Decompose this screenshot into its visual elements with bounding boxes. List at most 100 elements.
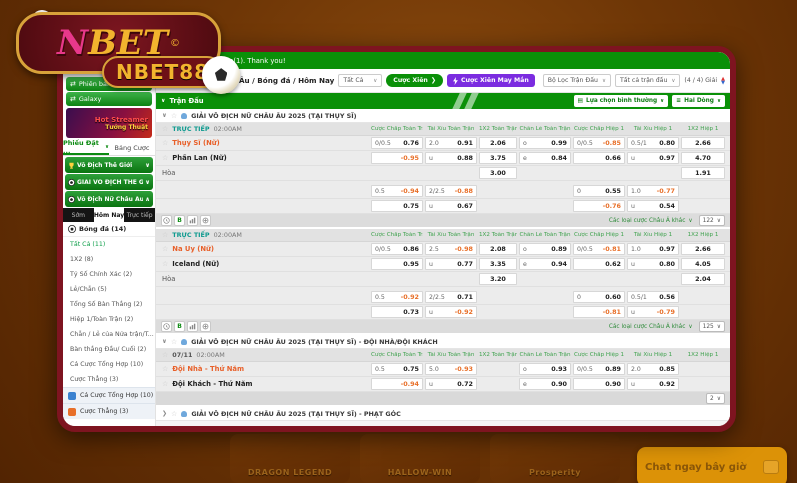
odds-cell[interactable]: o0.89 — [519, 243, 571, 255]
star-icon[interactable]: ☆ — [171, 410, 177, 418]
nbet88-logo[interactable]: NBET© NBET88 — [6, 4, 248, 106]
normal-selection-button[interactable]: ▤ Lựa chọn bình thường ∨ — [574, 95, 669, 107]
odds-cell[interactable]: 0.5/10.80 — [627, 137, 679, 149]
odds-cell[interactable]: u0.72 — [425, 378, 477, 390]
sidebar-league-2[interactable]: Vô Địch Nữ Châu Âu∧ — [65, 191, 153, 207]
odds-cell[interactable]: e0.84 — [519, 152, 571, 164]
odds-cell[interactable]: e0.94 — [519, 258, 571, 270]
odds-cell[interactable]: u-0.92 — [425, 306, 477, 318]
odds-cell[interactable]: u0.77 — [425, 258, 477, 270]
odds-cell[interactable]: 2.00.85 — [627, 363, 679, 375]
odds-cell[interactable]: 0.75 — [371, 200, 423, 212]
league-section-header[interactable]: ❯☆GIẢI VÔ ĐỊCH NỮ CHÂU ÂU 2025 (TẠI THỤY… — [156, 407, 730, 421]
odds-cell[interactable]: 1.91 — [681, 167, 725, 179]
pin-icon[interactable] — [200, 215, 211, 226]
clock-icon[interactable] — [161, 321, 172, 332]
odds-cell[interactable]: 0.62 — [573, 258, 625, 270]
odds-cell[interactable]: 0.66 — [573, 152, 625, 164]
bet-builder-icon[interactable]: B — [174, 215, 185, 226]
star-icon[interactable]: ☆ — [162, 260, 168, 268]
odds-cell[interactable]: e0.90 — [519, 378, 571, 390]
clock-icon[interactable] — [161, 215, 172, 226]
tab-bet-slip[interactable]: Phiếu Đặt ... ∨ — [63, 140, 109, 155]
market-item-7[interactable]: Bàn thắng Đầu/ Cuối (2) — [63, 342, 155, 357]
odds-cell[interactable]: -0.76 — [573, 200, 625, 212]
odds-cell[interactable]: 2/2.5-0.88 — [425, 185, 477, 197]
pin-icon[interactable] — [200, 321, 211, 332]
odds-cell[interactable]: 00.60 — [573, 291, 625, 303]
odds-cell[interactable]: 2.00.91 — [425, 137, 477, 149]
odds-cell[interactable]: u-0.79 — [627, 306, 679, 318]
odds-cell[interactable]: o0.99 — [519, 137, 571, 149]
time-tab-2[interactable]: Trực tiếp — [124, 208, 155, 222]
odds-cell[interactable]: 2.06 — [479, 137, 517, 149]
combo-item-0[interactable]: Cá Cược Tổng Hợp (10) — [63, 387, 155, 403]
time-tab-1[interactable]: Hôm Nay — [94, 208, 125, 222]
odds-cell[interactable]: 3.00 — [479, 167, 517, 179]
market-item-9[interactable]: Cược Thẳng (3) — [63, 372, 155, 387]
market-count-select[interactable]: 125∨ — [699, 321, 725, 332]
tab-bet-board[interactable]: Bảng Cược — [109, 140, 155, 155]
market-item-0[interactable]: Tất Cả (11) — [63, 237, 155, 252]
lucky-parlay-button[interactable]: Cược Xiên May Mắn — [447, 74, 535, 87]
parlay-button[interactable]: Cược Xiên ❯ — [386, 74, 443, 87]
sidebar-league-0[interactable]: Vô Địch Thế Giới∨ — [65, 157, 153, 173]
odds-cell[interactable]: 1.0-0.77 — [627, 185, 679, 197]
star-icon[interactable]: ☆ — [171, 338, 177, 346]
odds-cell[interactable]: u0.88 — [425, 152, 477, 164]
odds-cell[interactable]: u0.80 — [627, 258, 679, 270]
odds-cell[interactable]: 4.70 — [681, 152, 725, 164]
combo-item-1[interactable]: Cược Thẳng (3) — [63, 403, 155, 419]
match-filter-select[interactable]: Bộ Lọc Trận Đấu ∨ — [543, 74, 611, 87]
chat-widget[interactable]: Chat ngay bây giờ — [637, 447, 787, 483]
star-icon[interactable]: ☆ — [162, 380, 168, 388]
market-item-6[interactable]: Chẵn / Lẻ của Nửa trận/T... (2) — [63, 327, 155, 342]
star-icon[interactable]: ☆ — [171, 112, 177, 120]
odds-cell[interactable]: 0.90 — [573, 378, 625, 390]
odds-cell[interactable]: 2.66 — [681, 137, 725, 149]
odds-cell[interactable]: 0/0.5-0.81 — [573, 243, 625, 255]
sport-football-row[interactable]: Bóng đá (14) — [63, 222, 155, 237]
star-icon[interactable]: ☆ — [162, 154, 168, 162]
odds-cell[interactable]: 1.00.97 — [627, 243, 679, 255]
two-line-button[interactable]: ≡ Hai Dòng ∨ — [672, 95, 725, 107]
market-item-5[interactable]: Hiệp 1/Toàn Trận (2) — [63, 312, 155, 327]
odds-cell[interactable]: 4.05 — [681, 258, 725, 270]
star-icon[interactable]: ☆ — [162, 125, 168, 133]
asian-bets-select[interactable]: Các loại cược Châu Á khác∨ — [609, 324, 693, 330]
star-icon[interactable]: ☆ — [162, 245, 168, 253]
odds-cell[interactable]: 0.95 — [371, 258, 423, 270]
odds-cell[interactable]: 5.0-0.93 — [425, 363, 477, 375]
market-item-1[interactable]: 1X2 (8) — [63, 252, 155, 267]
market-item-2[interactable]: Tỷ Số Chính Xác (2) — [63, 267, 155, 282]
odds-cell[interactable]: 2.5-0.98 — [425, 243, 477, 255]
odds-cell[interactable]: o0.93 — [519, 363, 571, 375]
market-item-3[interactable]: Lẻ/Chẵn (5) — [63, 282, 155, 297]
odds-cell[interactable]: u0.67 — [425, 200, 477, 212]
line-count-select[interactable]: 2∨ — [706, 393, 725, 404]
odds-cell[interactable]: 0/0.50.89 — [573, 363, 625, 375]
odds-cell[interactable]: u0.97 — [627, 152, 679, 164]
odds-cell[interactable]: 0.5-0.92 — [371, 291, 423, 303]
odds-cell[interactable]: 0.5-0.94 — [371, 185, 423, 197]
odds-cell[interactable]: 00.55 — [573, 185, 625, 197]
stats-icon[interactable] — [187, 321, 198, 332]
odds-cell[interactable]: -0.81 — [573, 306, 625, 318]
stats-icon[interactable] — [187, 215, 198, 226]
market-item-4[interactable]: Tổng Số Bàn Thắng (2) — [63, 297, 155, 312]
time-tab-0[interactable]: Sớm — [63, 208, 94, 222]
odds-cell[interactable]: u0.92 — [627, 378, 679, 390]
odds-cell[interactable]: 0/0.5-0.85 — [573, 137, 625, 149]
odds-cell[interactable]: u0.54 — [627, 200, 679, 212]
star-icon[interactable]: ☆ — [162, 139, 168, 147]
odds-cell[interactable]: 0/0.50.86 — [371, 243, 423, 255]
filter-all-select[interactable]: Tất Cả ∨ — [338, 74, 382, 87]
odds-cell[interactable]: 2.04 — [681, 273, 725, 285]
odds-cell[interactable]: 3.35 — [479, 258, 517, 270]
all-matches-select[interactable]: Tất cả trận đấu ∨ — [615, 74, 680, 87]
sort-icon[interactable]: ▲▼ — [721, 77, 725, 85]
odds-cell[interactable]: 3.20 — [479, 273, 517, 285]
odds-cell[interactable]: 0.73 — [371, 306, 423, 318]
odds-cell[interactable]: 0.50.75 — [371, 363, 423, 375]
odds-cell[interactable]: -0.95 — [371, 152, 423, 164]
